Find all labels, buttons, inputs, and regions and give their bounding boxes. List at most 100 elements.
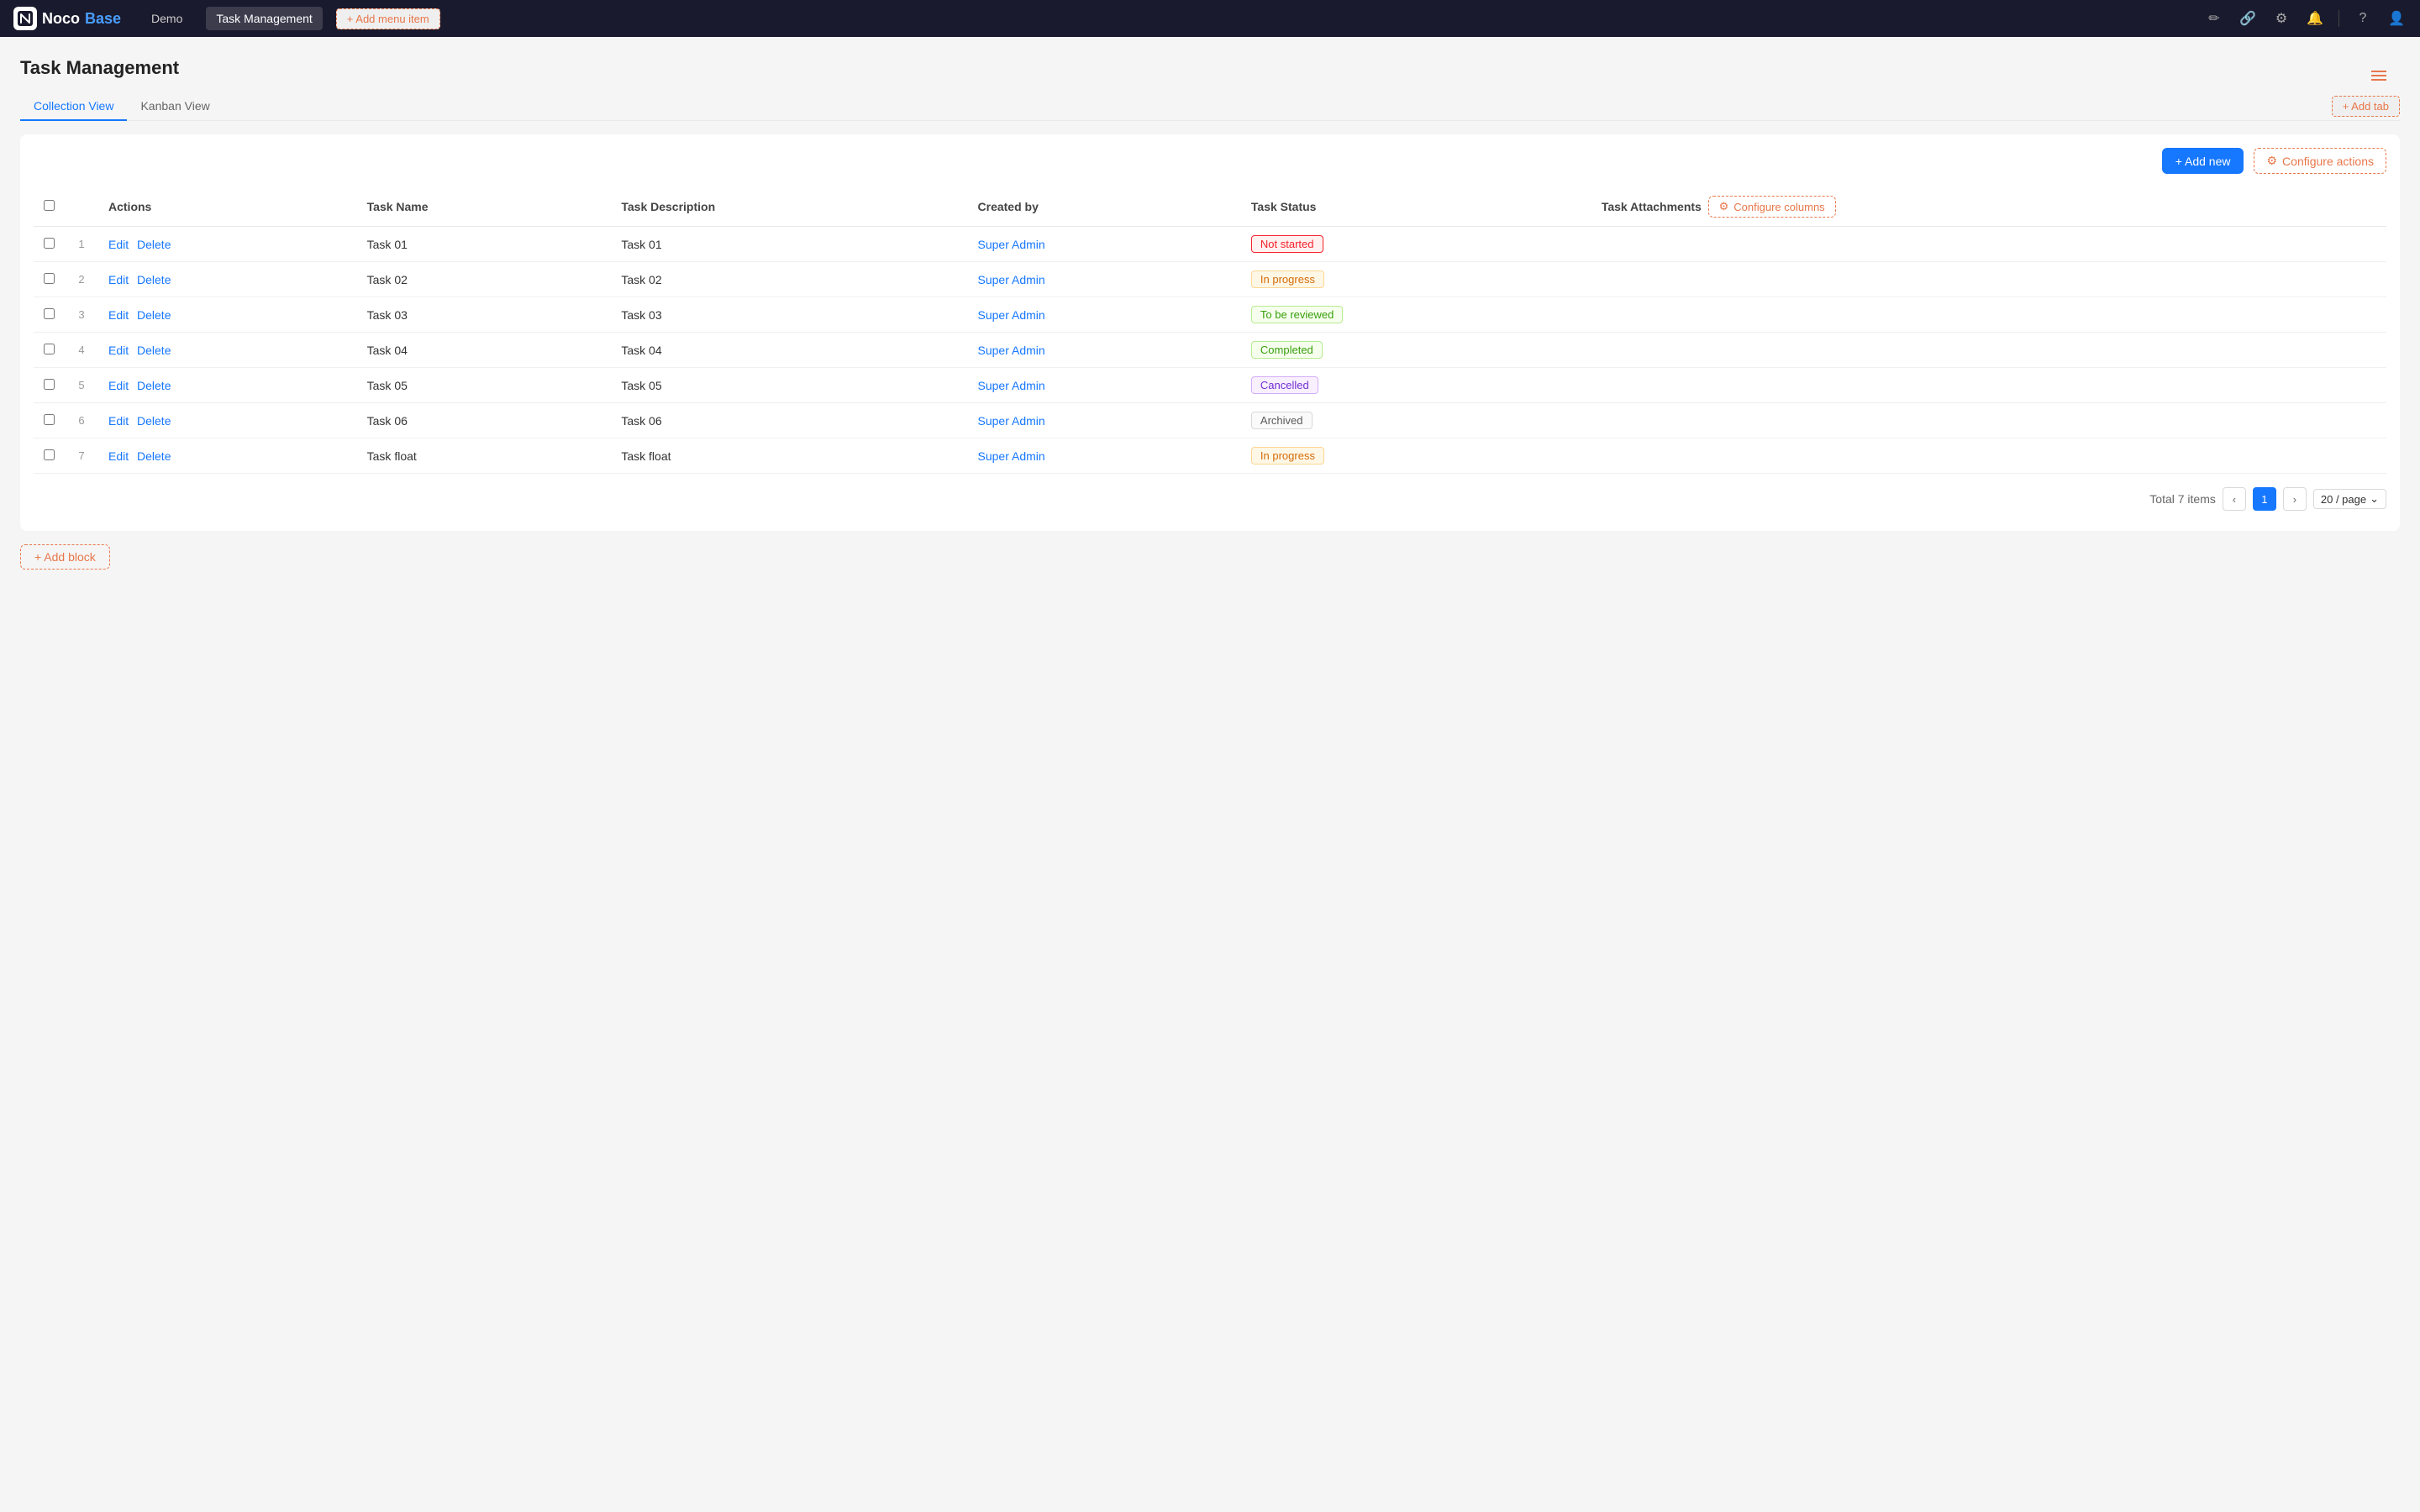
row-checkbox-cell[interactable] — [34, 333, 65, 368]
edit-button[interactable]: Edit — [108, 344, 129, 357]
row-checkbox-cell[interactable] — [34, 368, 65, 403]
edit-button[interactable]: Edit — [108, 449, 129, 463]
hamburger-menu[interactable] — [2371, 71, 2386, 81]
nav-demo[interactable]: Demo — [141, 7, 192, 30]
settings-icon[interactable]: ⚙ — [2271, 10, 2291, 27]
nav-task-management[interactable]: Task Management — [206, 7, 322, 30]
row-attachments — [1591, 333, 2386, 368]
th-created-by: Created by — [968, 187, 1241, 227]
nav-divider — [2338, 10, 2339, 27]
creator-link[interactable]: Super Admin — [978, 238, 1045, 251]
tab-collection-view[interactable]: Collection View — [20, 92, 127, 121]
row-task-name: Task float — [357, 438, 612, 474]
configure-columns-button[interactable]: ⚙ Configure columns — [1708, 196, 1836, 218]
add-new-button[interactable]: + Add new — [2162, 148, 2244, 174]
row-task-description: Task 02 — [611, 262, 967, 297]
configure-actions-label: Configure actions — [2282, 155, 2374, 168]
bell-icon[interactable]: 🔔 — [2305, 10, 2325, 27]
row-task-name: Task 03 — [357, 297, 612, 333]
row-task-status: In progress — [1241, 438, 1591, 474]
row-checkbox-cell[interactable] — [34, 262, 65, 297]
checkbox-header[interactable] — [34, 187, 65, 227]
row-task-name: Task 05 — [357, 368, 612, 403]
edit-button[interactable]: Edit — [108, 308, 129, 322]
add-block-button[interactable]: + Add block — [20, 544, 110, 570]
table-row: 2 Edit Delete Task 02 Task 02 Super Admi… — [34, 262, 2386, 297]
row-checkbox[interactable] — [44, 273, 55, 284]
row-checkbox[interactable] — [44, 308, 55, 319]
row-attachments — [1591, 438, 2386, 474]
navbar-right: ✏ 🔗 ⚙ 🔔 ? 👤 — [2204, 10, 2407, 27]
delete-button[interactable]: Delete — [137, 273, 171, 286]
creator-link[interactable]: Super Admin — [978, 379, 1045, 392]
link-icon[interactable]: 🔗 — [2238, 10, 2258, 27]
user-icon[interactable]: 👤 — [2386, 10, 2407, 27]
row-number: 4 — [65, 333, 98, 368]
table-row: 3 Edit Delete Task 03 Task 03 Super Admi… — [34, 297, 2386, 333]
row-created-by: Super Admin — [968, 438, 1241, 474]
edit-button[interactable]: Edit — [108, 238, 129, 251]
delete-button[interactable]: Delete — [137, 379, 171, 392]
row-attachments — [1591, 227, 2386, 262]
content-card: + Add new ⚙ Configure actions Actions Ta… — [20, 134, 2400, 531]
row-checkbox-cell[interactable] — [34, 297, 65, 333]
edit-button[interactable]: Edit — [108, 273, 129, 286]
status-badge: To be reviewed — [1251, 306, 1343, 323]
th-task-status: Task Status — [1241, 187, 1591, 227]
configure-actions-button[interactable]: ⚙ Configure actions — [2254, 148, 2386, 174]
th-task-description: Task Description — [611, 187, 967, 227]
row-task-description: Task 06 — [611, 403, 967, 438]
delete-button[interactable]: Delete — [137, 414, 171, 428]
delete-button[interactable]: Delete — [137, 308, 171, 322]
row-checkbox[interactable] — [44, 344, 55, 354]
row-checkbox[interactable] — [44, 238, 55, 249]
delete-button[interactable]: Delete — [137, 449, 171, 463]
creator-link[interactable]: Super Admin — [978, 273, 1045, 286]
row-checkbox-cell[interactable] — [34, 438, 65, 474]
add-tab-button[interactable]: + Add tab — [2332, 96, 2400, 117]
row-checkbox-cell[interactable] — [34, 403, 65, 438]
row-actions: Edit Delete — [98, 297, 357, 333]
row-checkbox[interactable] — [44, 379, 55, 390]
pencil-icon[interactable]: ✏ — [2204, 10, 2224, 27]
creator-link[interactable]: Super Admin — [978, 308, 1045, 322]
help-icon[interactable]: ? — [2353, 11, 2373, 26]
row-task-name: Task 04 — [357, 333, 612, 368]
edit-button[interactable]: Edit — [108, 414, 129, 428]
per-page-label: 20 / page — [2321, 493, 2366, 506]
table-header: Actions Task Name Task Description Creat… — [34, 187, 2386, 227]
row-number: 3 — [65, 297, 98, 333]
tab-kanban-view[interactable]: Kanban View — [127, 92, 223, 121]
page-title: Task Management — [20, 57, 2400, 79]
creator-link[interactable]: Super Admin — [978, 344, 1045, 357]
row-checkbox-cell[interactable] — [34, 227, 65, 262]
row-created-by: Super Admin — [968, 368, 1241, 403]
row-actions: Edit Delete — [98, 403, 357, 438]
add-menu-button[interactable]: + Add menu item — [336, 8, 440, 29]
row-task-description: Task 05 — [611, 368, 967, 403]
brand-logo[interactable]: NocoBase — [13, 7, 121, 30]
gear-icon: ⚙ — [2266, 154, 2277, 168]
row-checkbox[interactable] — [44, 414, 55, 425]
per-page-selector[interactable]: 20 / page ⌄ — [2313, 489, 2386, 509]
row-attachments — [1591, 297, 2386, 333]
edit-button[interactable]: Edit — [108, 379, 129, 392]
row-created-by: Super Admin — [968, 403, 1241, 438]
table-row: 1 Edit Delete Task 01 Task 01 Super Admi… — [34, 227, 2386, 262]
current-page-button[interactable]: 1 — [2253, 487, 2276, 511]
prev-page-button[interactable]: ‹ — [2223, 487, 2246, 511]
row-task-status: Archived — [1241, 403, 1591, 438]
creator-link[interactable]: Super Admin — [978, 414, 1045, 428]
navbar: NocoBase Demo Task Management + Add menu… — [0, 0, 2420, 37]
row-task-status: To be reviewed — [1241, 297, 1591, 333]
next-page-button[interactable]: › — [2283, 487, 2307, 511]
delete-button[interactable]: Delete — [137, 238, 171, 251]
select-all-checkbox[interactable] — [44, 200, 55, 211]
creator-link[interactable]: Super Admin — [978, 449, 1045, 463]
delete-button[interactable]: Delete — [137, 344, 171, 357]
table-row: 5 Edit Delete Task 05 Task 05 Super Admi… — [34, 368, 2386, 403]
th-actions: Actions — [98, 187, 357, 227]
pagination: Total 7 items ‹ 1 › 20 / page ⌄ — [34, 474, 2386, 517]
row-checkbox[interactable] — [44, 449, 55, 460]
row-task-status: Not started — [1241, 227, 1591, 262]
